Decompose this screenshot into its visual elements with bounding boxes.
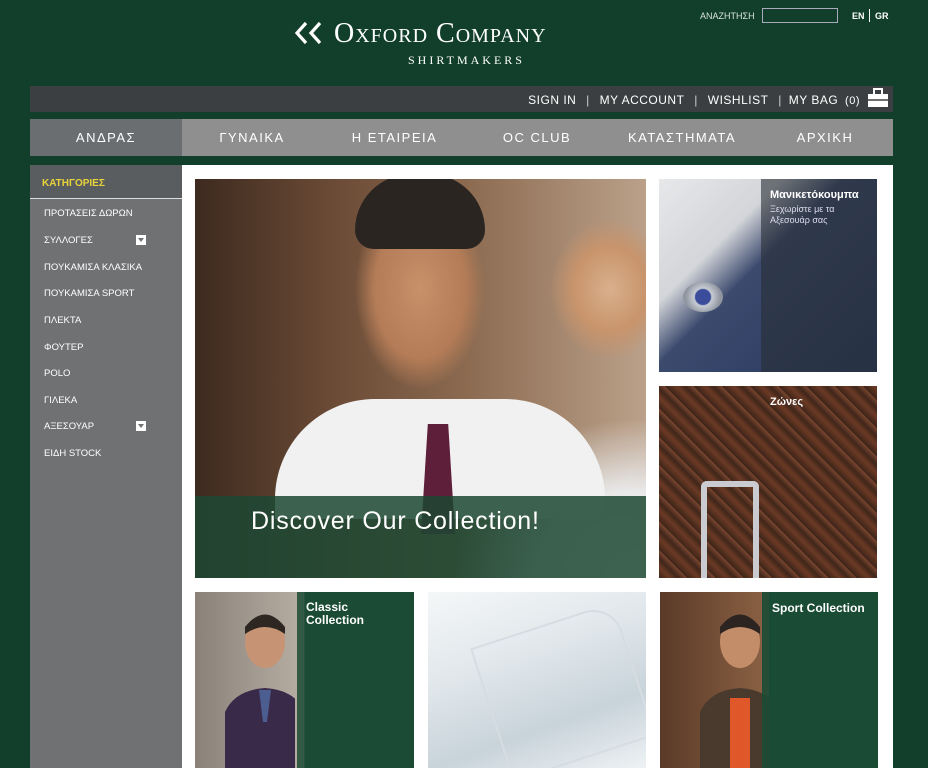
sidebar-item-classic-shirts[interactable]: ΠΟΥΚΑΜΙΣΑ ΚΛΑΣΙΚΑ: [44, 262, 142, 273]
oxford-logo-icon: [294, 21, 322, 45]
sport-model-image: [700, 614, 770, 768]
expand-accessories-icon[interactable]: [136, 421, 146, 431]
sport-collection-tile[interactable]: Sport Collection: [660, 592, 878, 768]
nav-item-home[interactable]: ΑΡΧΙΚΗ: [757, 119, 893, 156]
sidebar-header-label: ΚΑΤΗΓΟΡΙΕΣ: [42, 178, 105, 189]
sidebar-item-sport-shirts[interactable]: ΠΟΥΚΑΜΙΣΑ SPORT: [44, 288, 134, 299]
sidebar-header: ΚΑΤΗΓΟΡΙΕΣ: [30, 165, 182, 199]
hero-caption: Discover Our Collection!: [251, 507, 540, 535]
sign-in-link[interactable]: SIGN IN: [528, 93, 576, 107]
sport-collection-title: Sport Collection: [772, 601, 865, 615]
sidebar-item-collections[interactable]: ΣΥΛΛΟΓΕΣ: [44, 235, 93, 246]
sidebar-item-accessories[interactable]: ΑΞΕΣΟΥΑΡ: [44, 421, 94, 432]
sidebar-item-polo[interactable]: POLO: [44, 368, 70, 379]
cufflink-image: [683, 282, 723, 312]
sidebar-item-sweatshirts[interactable]: ΦΟΥΤΕΡ: [44, 342, 83, 353]
expand-collections-icon[interactable]: [136, 235, 146, 245]
brand-logo[interactable]: Oxford Company Shirtmakers: [294, 18, 634, 70]
account-links: SIGN IN | MY ACCOUNT | WISHLIST | MY BAG…: [528, 93, 860, 107]
classic-collection-title: Classic Collection: [306, 600, 365, 627]
main-nav: ΑΝΔΡΑΣ ΓΥΝΑΙΚΑ Η ΕΤΑΙΡΕΙΑ OC CLUB ΚΑΤΑΣΤ…: [30, 119, 893, 156]
belt-buckle-image: [701, 481, 759, 578]
separator: |: [586, 93, 590, 107]
sidebar-item-vests[interactable]: ΓΙΛΕΚΑ: [44, 395, 77, 406]
nav-item-women[interactable]: ΓΥΝΑΙΚΑ: [182, 119, 322, 156]
hero-banner[interactable]: Discover Our Collection!: [195, 179, 646, 578]
sidebar-item-knitwear[interactable]: ΠΛΕΚΤΑ: [44, 315, 81, 326]
shirt-detail-tile[interactable]: [428, 592, 646, 768]
lang-en-link[interactable]: EN: [852, 11, 865, 21]
brand-name: Oxford Company: [334, 18, 547, 49]
bag-count: (0): [845, 95, 860, 107]
brand-tagline: Shirtmakers: [408, 53, 525, 67]
belts-title: Ζώνες: [770, 396, 804, 408]
nav-item-oc-club[interactable]: OC CLUB: [467, 119, 607, 156]
nav-item-men[interactable]: ΑΝΔΡΑΣ: [30, 119, 182, 156]
cufflinks-subtitle: Ξεχωρίστε με τα Αξεσουάρ σας: [770, 204, 835, 225]
cufflinks-tile[interactable]: Μανικετόκουμπα Ξεχωρίστε με τα Αξεσουάρ …: [659, 179, 877, 372]
search-input[interactable]: [762, 8, 838, 23]
cufflinks-title: Μανικετόκουμπα: [770, 189, 859, 201]
sport-overlay: [762, 592, 878, 768]
classic-collection-tile[interactable]: Classic Collection: [195, 592, 414, 768]
sidebar-item-stock[interactable]: ΕΙΔΗ STOCK: [44, 448, 101, 459]
category-sidebar: ΚΑΤΗΓΟΡΙΕΣ ΠΡΟΤΑΣΕΙΣ ΔΩΡΩΝ ΣΥΛΛΟΓΕΣ ΠΟΥΚ…: [30, 165, 182, 768]
my-bag-link[interactable]: MY BAG: [789, 93, 838, 107]
classic-model-image: [225, 614, 295, 768]
account-bar: SIGN IN | MY ACCOUNT | WISHLIST | MY BAG…: [30, 86, 893, 112]
sidebar-item-gift-ideas[interactable]: ΠΡΟΤΑΣΕΙΣ ΔΩΡΩΝ: [44, 208, 133, 219]
shopping-bag-icon[interactable]: [867, 88, 889, 108]
wishlist-link[interactable]: WISHLIST: [708, 93, 769, 107]
lang-divider: [869, 9, 870, 22]
lang-gr-link[interactable]: GR: [875, 11, 889, 21]
nav-item-stores[interactable]: ΚΑΤΑΣΤΗΜΑΤΑ: [607, 119, 757, 156]
search-label: ΑΝΑΖΗΤΗΣΗ: [700, 11, 755, 21]
belts-tile[interactable]: Ζώνες: [659, 386, 877, 578]
my-account-link[interactable]: MY ACCOUNT: [600, 93, 685, 107]
separator: |: [778, 93, 782, 107]
nav-item-company[interactable]: Η ΕΤΑΙΡΕΙΑ: [322, 119, 467, 156]
shirt-collar-image: [470, 602, 646, 768]
separator: |: [694, 93, 698, 107]
hero-model-hair: [355, 179, 485, 249]
